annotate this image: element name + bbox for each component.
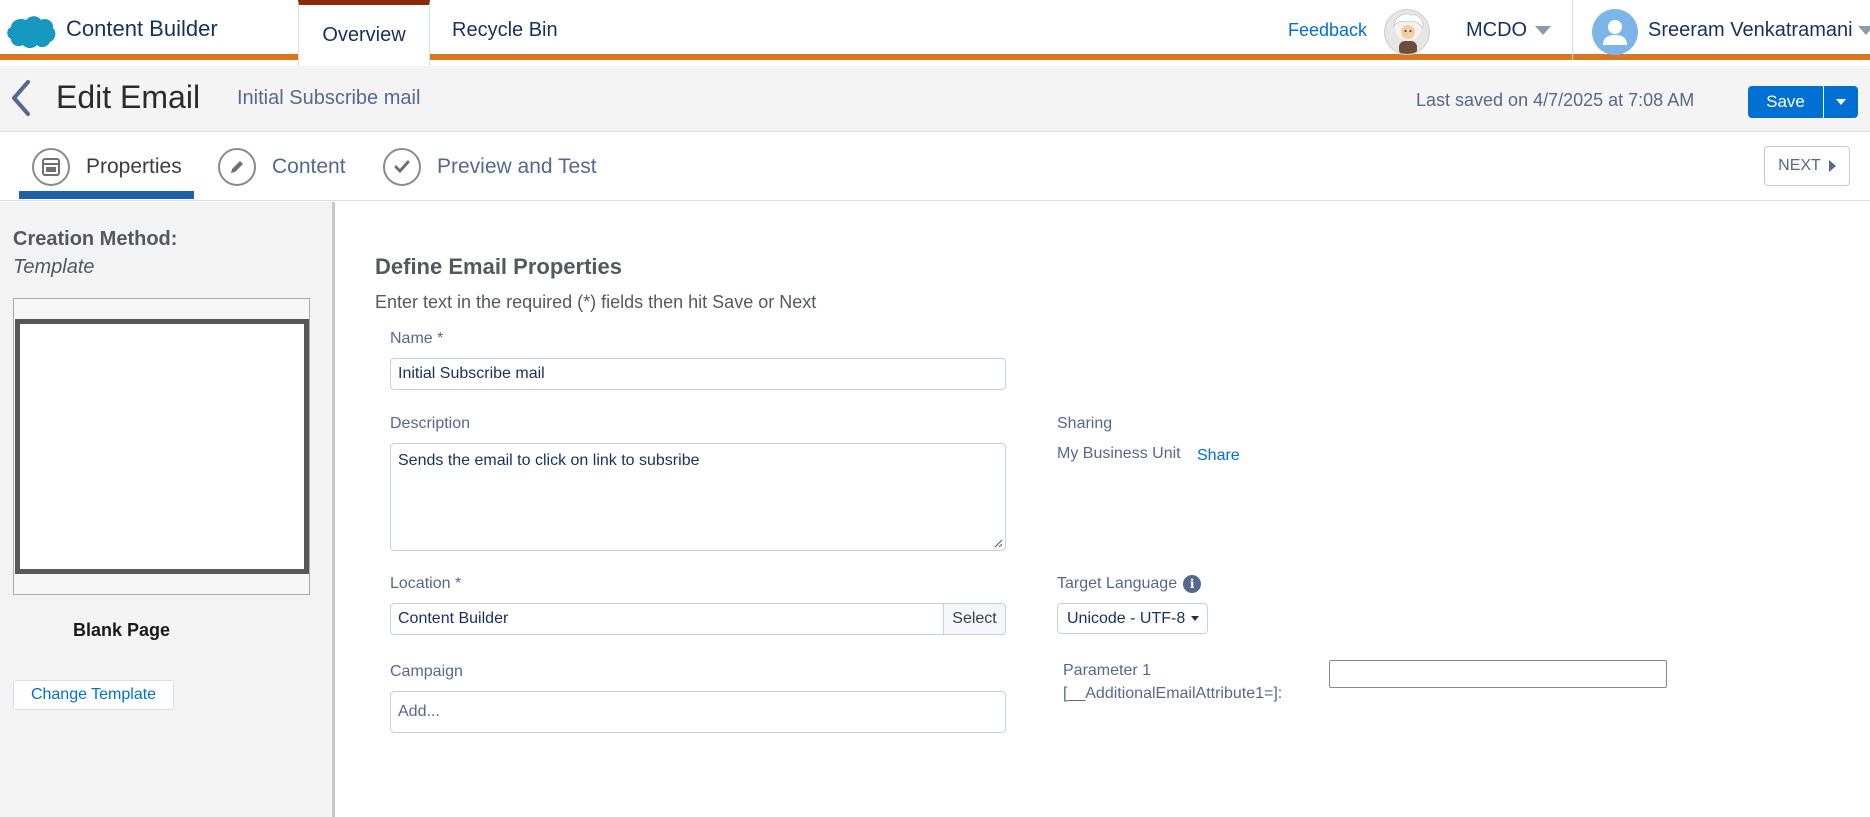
app-title: Content Builder — [66, 16, 218, 41]
creation-method-value: Template — [13, 256, 95, 278]
location-select-button[interactable]: Select — [943, 604, 1005, 634]
last-saved-status: Last saved on 4/7/2025 at 7:08 AM — [1416, 90, 1695, 110]
top-navigation-bar: Content Builder Overview Recycle Bin Fee… — [0, 0, 1870, 66]
next-button-label: NEXT — [1778, 157, 1821, 174]
target-language-label: Target Language i — [1057, 575, 1202, 593]
page-header: Edit Email Initial Subscribe mail Last s… — [0, 66, 1870, 132]
description-textarea[interactable]: Sends the email to click on link to subs… — [390, 443, 1006, 551]
location-label: Location * — [390, 575, 462, 592]
resize-handle-icon[interactable] — [993, 538, 1003, 548]
tab-content[interactable]: Content — [218, 147, 346, 187]
business-unit-selector[interactable]: MCDO — [1466, 19, 1527, 42]
target-language-label-text: Target Language — [1057, 575, 1178, 593]
name-input-value: Initial Subscribe mail — [398, 365, 545, 382]
email-properties-form: Define Email Properties Enter text in th… — [338, 202, 1870, 817]
pencil-icon — [218, 148, 256, 186]
description-label: Description — [390, 415, 471, 432]
tab-properties[interactable]: Properties — [32, 147, 182, 187]
parameter-1-input[interactable] — [1329, 660, 1667, 688]
form-instructions: Enter text in the required (*) fields th… — [375, 292, 817, 312]
salesforce-cloud-logo — [7, 16, 56, 48]
tab-overview-label: Overview — [322, 24, 406, 46]
sharing-label: Sharing — [1057, 415, 1113, 432]
save-options-button[interactable] — [1824, 86, 1858, 118]
tab-preview-label: Preview and Test — [437, 155, 597, 178]
email-name-subtitle: Initial Subscribe mail — [237, 87, 421, 109]
template-name: Blank Page — [73, 620, 171, 640]
save-button[interactable]: Save — [1748, 86, 1823, 118]
tab-properties-label: Properties — [86, 155, 182, 178]
campaign-label: Campaign — [390, 663, 463, 680]
wizard-steps: Properties Content Preview and Test NEXT — [0, 133, 1870, 201]
template-sidebar: Creation Method: Template Blank Page Cha… — [0, 202, 335, 817]
description-value: Sends the email to click on link to subs… — [398, 452, 700, 469]
form-title: Define Email Properties — [375, 254, 622, 279]
template-thumbnail — [13, 298, 310, 595]
campaign-placeholder: Add... — [398, 703, 440, 720]
active-step-indicator — [19, 191, 194, 199]
divider — [1572, 0, 1573, 60]
chevron-down-icon[interactable] — [1858, 26, 1870, 35]
user-avatar[interactable] — [1592, 9, 1638, 55]
target-language-value: Unicode - UTF-8 — [1067, 609, 1186, 627]
target-language-select[interactable]: Unicode - UTF-8 — [1057, 603, 1208, 634]
user-icon — [1603, 20, 1627, 45]
name-label: Name * — [390, 330, 444, 347]
parameter-1-label: Parameter 1 — [1063, 662, 1152, 679]
check-icon — [383, 148, 421, 186]
template-preview-page — [15, 319, 309, 574]
tab-recycle-bin[interactable]: Recycle Bin — [430, 0, 580, 60]
next-button[interactable]: NEXT — [1764, 146, 1850, 186]
location-value: Content Builder — [398, 610, 509, 627]
tab-content-label: Content — [272, 155, 346, 178]
campaign-input[interactable]: Add... — [390, 691, 1006, 733]
change-template-button[interactable]: Change Template — [13, 680, 174, 710]
chevron-down-icon[interactable] — [1535, 26, 1551, 35]
parameter-1-attribute: [__AdditionalEmailAttribute1=]: — [1063, 685, 1283, 702]
location-input[interactable]: Content Builder Select — [390, 603, 1006, 635]
creation-method-label: Creation Method: — [13, 228, 178, 250]
template-icon — [32, 148, 70, 186]
feedback-link[interactable]: Feedback — [1288, 20, 1367, 41]
back-arrow-icon[interactable] — [6, 78, 36, 118]
einstein-icon — [1393, 13, 1424, 54]
chevron-down-icon — [1191, 616, 1200, 621]
chevron-down-icon — [1836, 99, 1846, 105]
name-input[interactable]: Initial Subscribe mail — [390, 358, 1006, 390]
chevron-right-icon — [1828, 160, 1836, 172]
einstein-avatar[interactable] — [1384, 9, 1430, 55]
tab-recycle-bin-label: Recycle Bin — [452, 18, 558, 41]
sharing-value: My Business Unit — [1057, 445, 1181, 462]
share-link[interactable]: Share — [1197, 447, 1240, 465]
tab-overview[interactable]: Overview — [298, 0, 430, 66]
info-icon[interactable]: i — [1183, 575, 1202, 593]
tab-preview-and-test[interactable]: Preview and Test — [383, 147, 597, 187]
user-name[interactable]: Sreeram Venkatramani — [1648, 19, 1853, 42]
page-title: Edit Email — [56, 79, 201, 115]
